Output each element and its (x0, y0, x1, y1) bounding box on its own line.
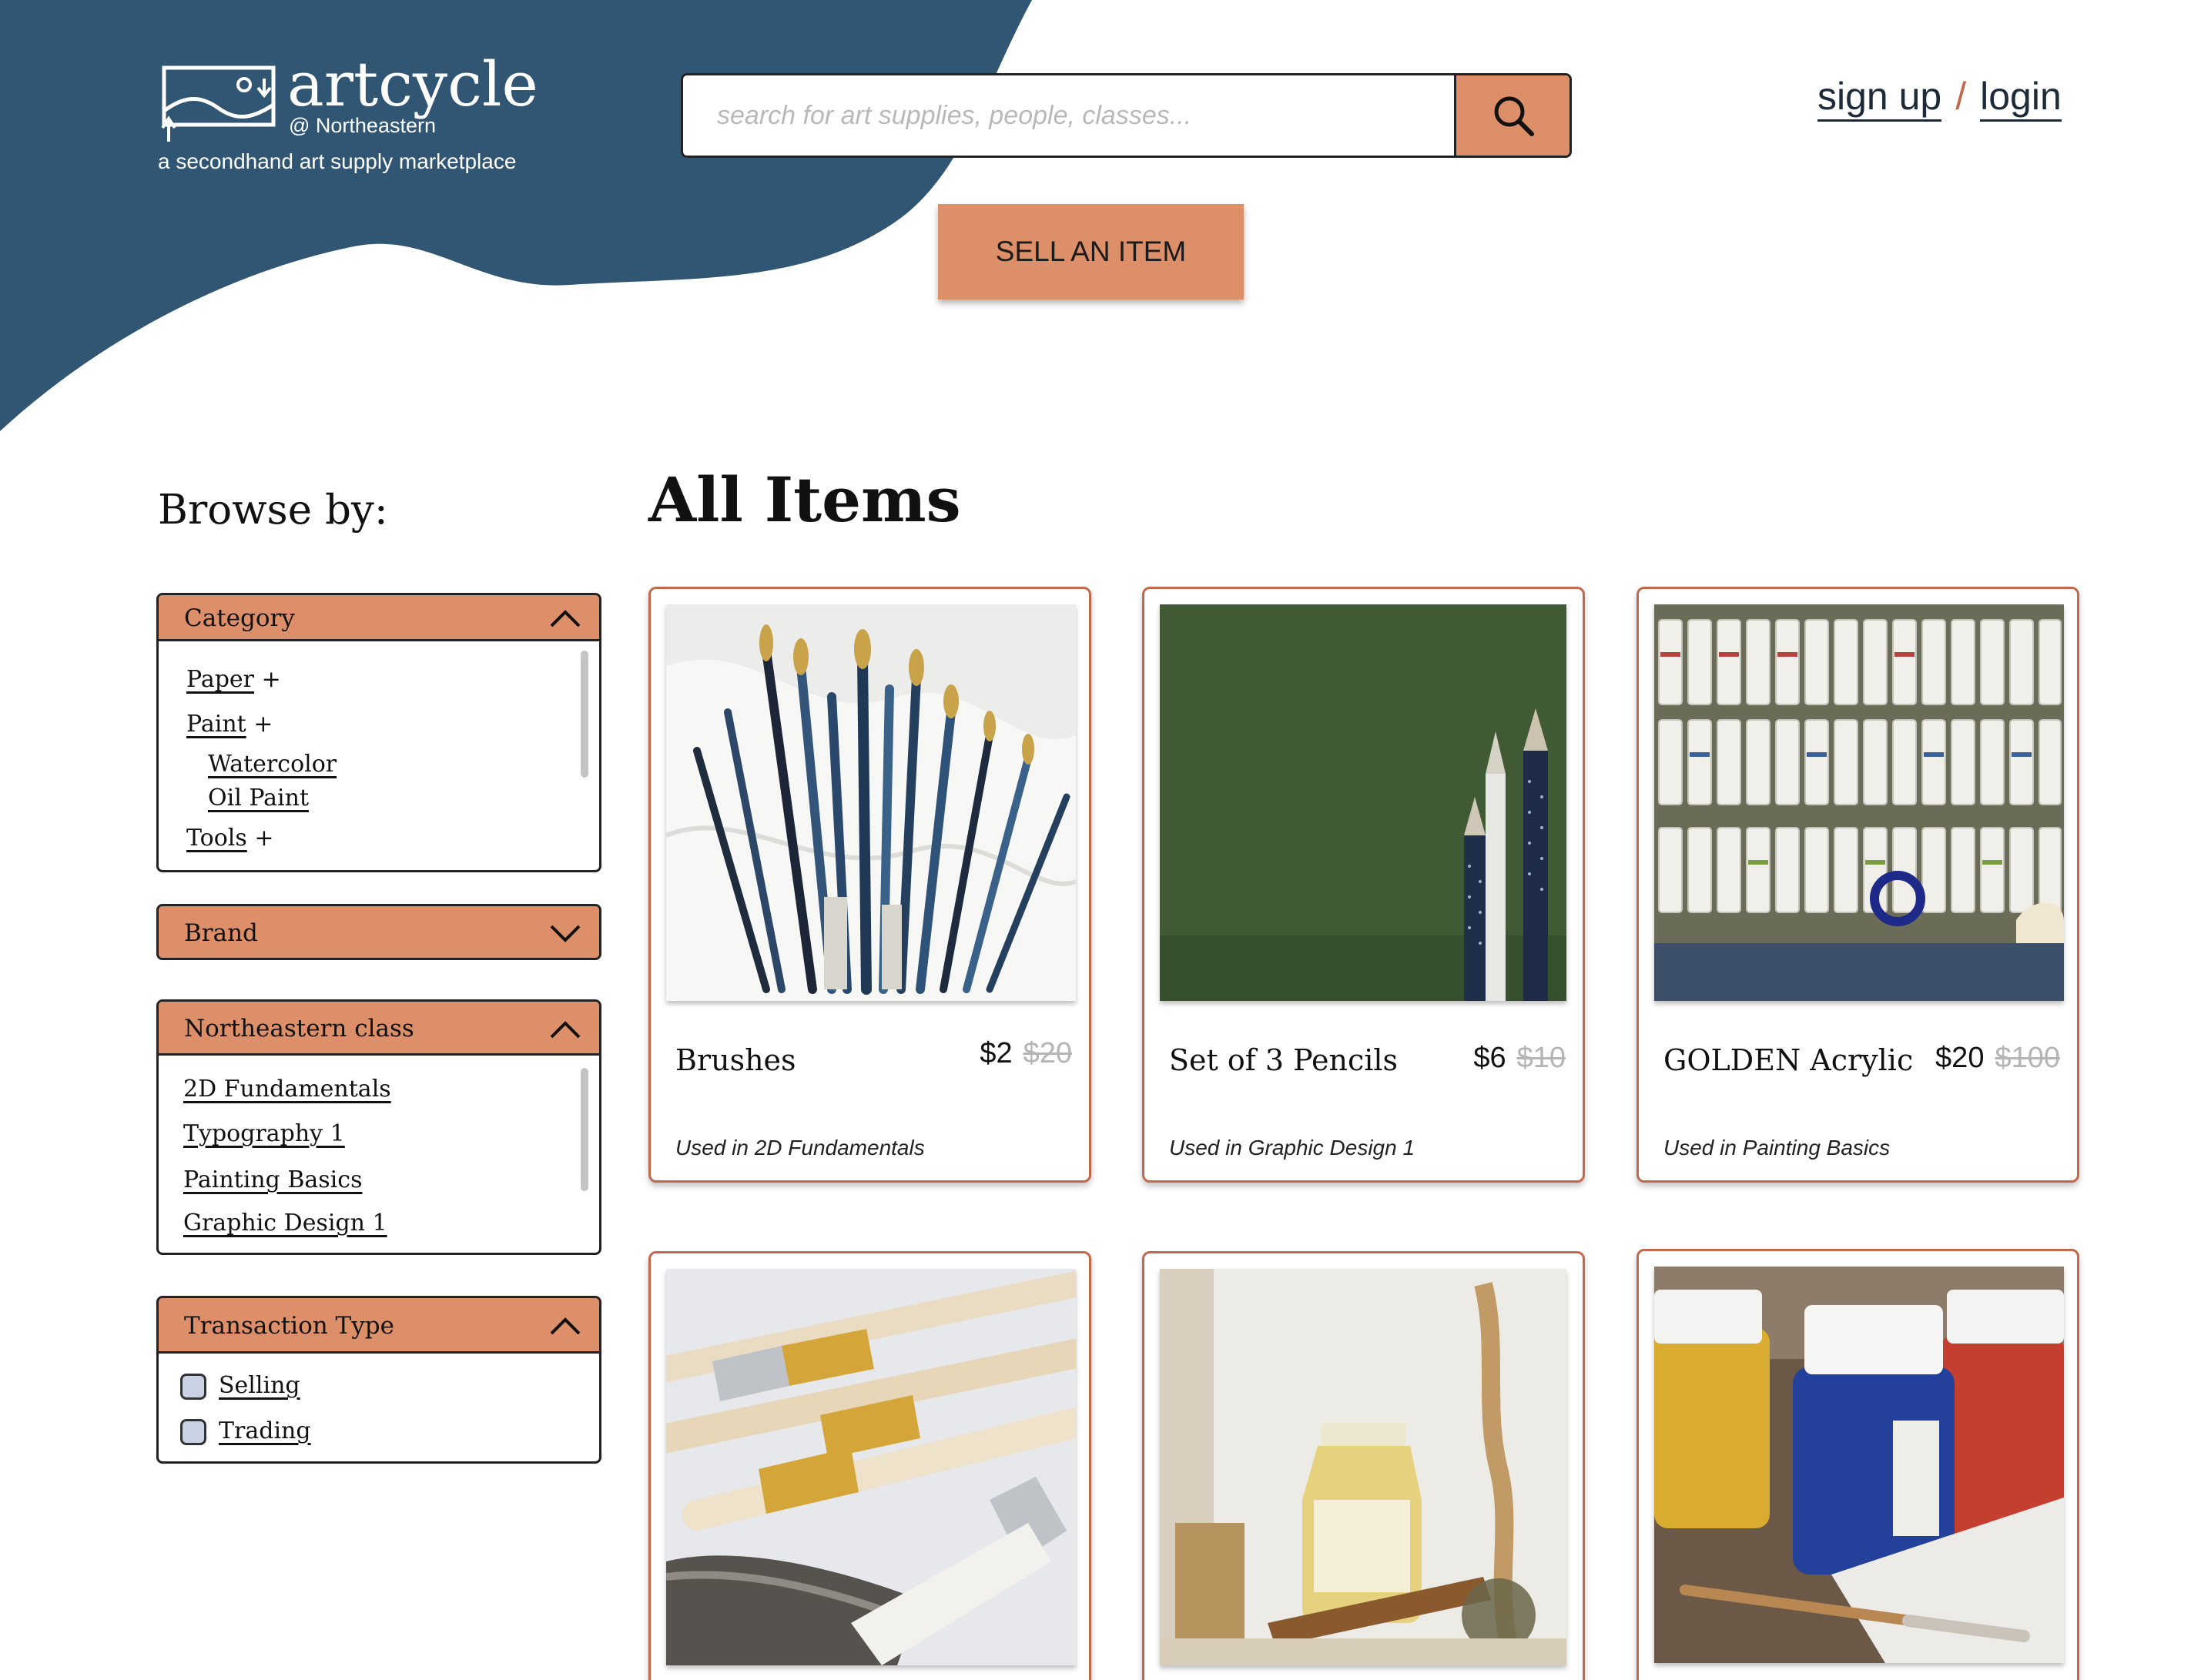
item-image (1654, 1267, 2064, 1663)
brand-name: artcycle (287, 49, 538, 120)
item-image (666, 604, 1076, 1001)
item-price: $20 $100 (1935, 1042, 2060, 1075)
chevron-down-icon[interactable] (548, 922, 582, 945)
brand-panel-title: Brand (184, 919, 258, 947)
category-item-label: Paint (186, 711, 246, 738)
category-item-oil-paint[interactable]: Oil Paint (208, 785, 309, 812)
search-icon (1494, 96, 1534, 136)
class-item-label: Typography 1 (183, 1120, 345, 1147)
category-item-paper[interactable]: Paper + (186, 666, 281, 693)
class-panel-header[interactable]: Northeastern class (159, 1002, 599, 1056)
original-price: $100 (1995, 1042, 2060, 1074)
current-price: $2 (980, 1037, 1013, 1069)
transaction-panel: Transaction Type Selling Trading (156, 1296, 601, 1464)
class-item[interactable]: 2D Fundamentals (183, 1076, 391, 1103)
page-title: All Items (648, 464, 961, 536)
class-panel-title: Northeastern class (184, 1015, 414, 1042)
trading-label: Trading (219, 1417, 311, 1444)
category-item-paint[interactable]: Paint + (186, 711, 273, 738)
auth-separator: / (1955, 75, 1967, 118)
item-card[interactable] (1142, 1251, 1585, 1680)
class-item[interactable]: Typography 1 (183, 1120, 345, 1147)
class-item[interactable]: Painting Basics (183, 1166, 362, 1193)
expand-icon: + (261, 666, 281, 693)
item-card[interactable] (648, 1251, 1091, 1680)
class-scrollbar[interactable] (581, 1068, 588, 1191)
category-item-label: Watercolor (208, 751, 337, 778)
item-used-in: Used in Graphic Design 1 (1169, 1136, 1415, 1160)
category-item-label: Paper (186, 666, 255, 693)
item-price: $6 $10 (1473, 1042, 1566, 1075)
item-used-in: Used in 2D Fundamentals (675, 1136, 925, 1160)
class-panel: Northeastern class 2D Fundamentals Typog… (156, 999, 601, 1255)
item-card-golden-acrylic[interactable]: GOLDEN Acrylic $20 $100 Used in Painting … (1636, 587, 2079, 1183)
expand-icon: + (253, 711, 273, 738)
original-price: $10 (1516, 1042, 1566, 1074)
item-card-pencils[interactable]: Set of 3 Pencils $6 $10 Used in Graphic D… (1142, 587, 1585, 1183)
category-item-tools[interactable]: Tools + (186, 825, 273, 852)
item-image (666, 1269, 1076, 1665)
brand-location: @ Northeastern (289, 114, 436, 137)
brand-panel-header[interactable]: Brand (159, 906, 599, 958)
search-button[interactable] (1454, 75, 1569, 156)
item-title: GOLDEN Acrylic (1663, 1043, 1914, 1077)
brand-panel: Brand (156, 904, 601, 960)
browse-title: Browse by: (158, 487, 388, 534)
category-item-label: Oil Paint (208, 785, 310, 812)
transaction-panel-header[interactable]: Transaction Type (159, 1298, 599, 1354)
category-item-watercolor[interactable]: Watercolor (208, 751, 337, 778)
category-scrollbar[interactable] (581, 651, 588, 778)
current-price: $6 (1473, 1042, 1506, 1074)
chevron-up-icon[interactable] (548, 606, 582, 629)
signup-link[interactable]: sign up (1817, 75, 1942, 122)
selling-checkbox[interactable] (180, 1374, 206, 1400)
selling-label: Selling (219, 1372, 300, 1399)
search-bar (681, 73, 1572, 158)
logo[interactable]: artcycle @ Northeastern a secondhand art… (158, 48, 538, 179)
sell-item-button[interactable]: SELL AN ITEM (938, 204, 1244, 300)
selling-option[interactable]: Selling (219, 1372, 300, 1399)
item-used-in: Used in Painting Basics (1663, 1136, 1891, 1160)
category-panel-header[interactable]: Category (159, 595, 599, 641)
item-image (1160, 1269, 1566, 1665)
chevron-up-icon[interactable] (548, 1314, 582, 1337)
item-title: Brushes (675, 1043, 796, 1077)
logo-icon (161, 65, 276, 142)
expand-icon: + (254, 825, 274, 852)
trading-option[interactable]: Trading (219, 1417, 311, 1444)
item-price: $2 $20 (980, 1037, 1072, 1070)
trading-checkbox[interactable] (180, 1419, 206, 1445)
login-link[interactable]: login (1980, 75, 2062, 122)
brand-tagline: a secondhand art supply marketplace (158, 149, 517, 173)
item-card[interactable] (1636, 1249, 2079, 1680)
class-item[interactable]: Graphic Design 1 (183, 1210, 387, 1237)
chevron-up-icon[interactable] (548, 1017, 582, 1040)
auth-links: sign up / login (1817, 74, 2062, 122)
class-item-label: Graphic Design 1 (183, 1210, 387, 1237)
class-item-label: Painting Basics (183, 1166, 363, 1193)
item-title: Set of 3 Pencils (1169, 1043, 1399, 1077)
category-panel-title: Category (184, 604, 295, 632)
item-image (1160, 604, 1566, 1001)
transaction-panel-title: Transaction Type (184, 1312, 394, 1340)
current-price: $20 (1935, 1042, 1985, 1074)
item-image (1654, 604, 2064, 1001)
category-panel: Category Paper + Paint + Watercolor Oil … (156, 593, 601, 872)
original-price: $20 (1023, 1037, 1072, 1069)
search-input[interactable] (683, 75, 1457, 156)
class-item-label: 2D Fundamentals (183, 1076, 391, 1103)
item-card-brushes[interactable]: Brushes $2 $20 Used in 2D Fundamentals (648, 587, 1091, 1183)
category-item-label: Tools (186, 825, 247, 852)
